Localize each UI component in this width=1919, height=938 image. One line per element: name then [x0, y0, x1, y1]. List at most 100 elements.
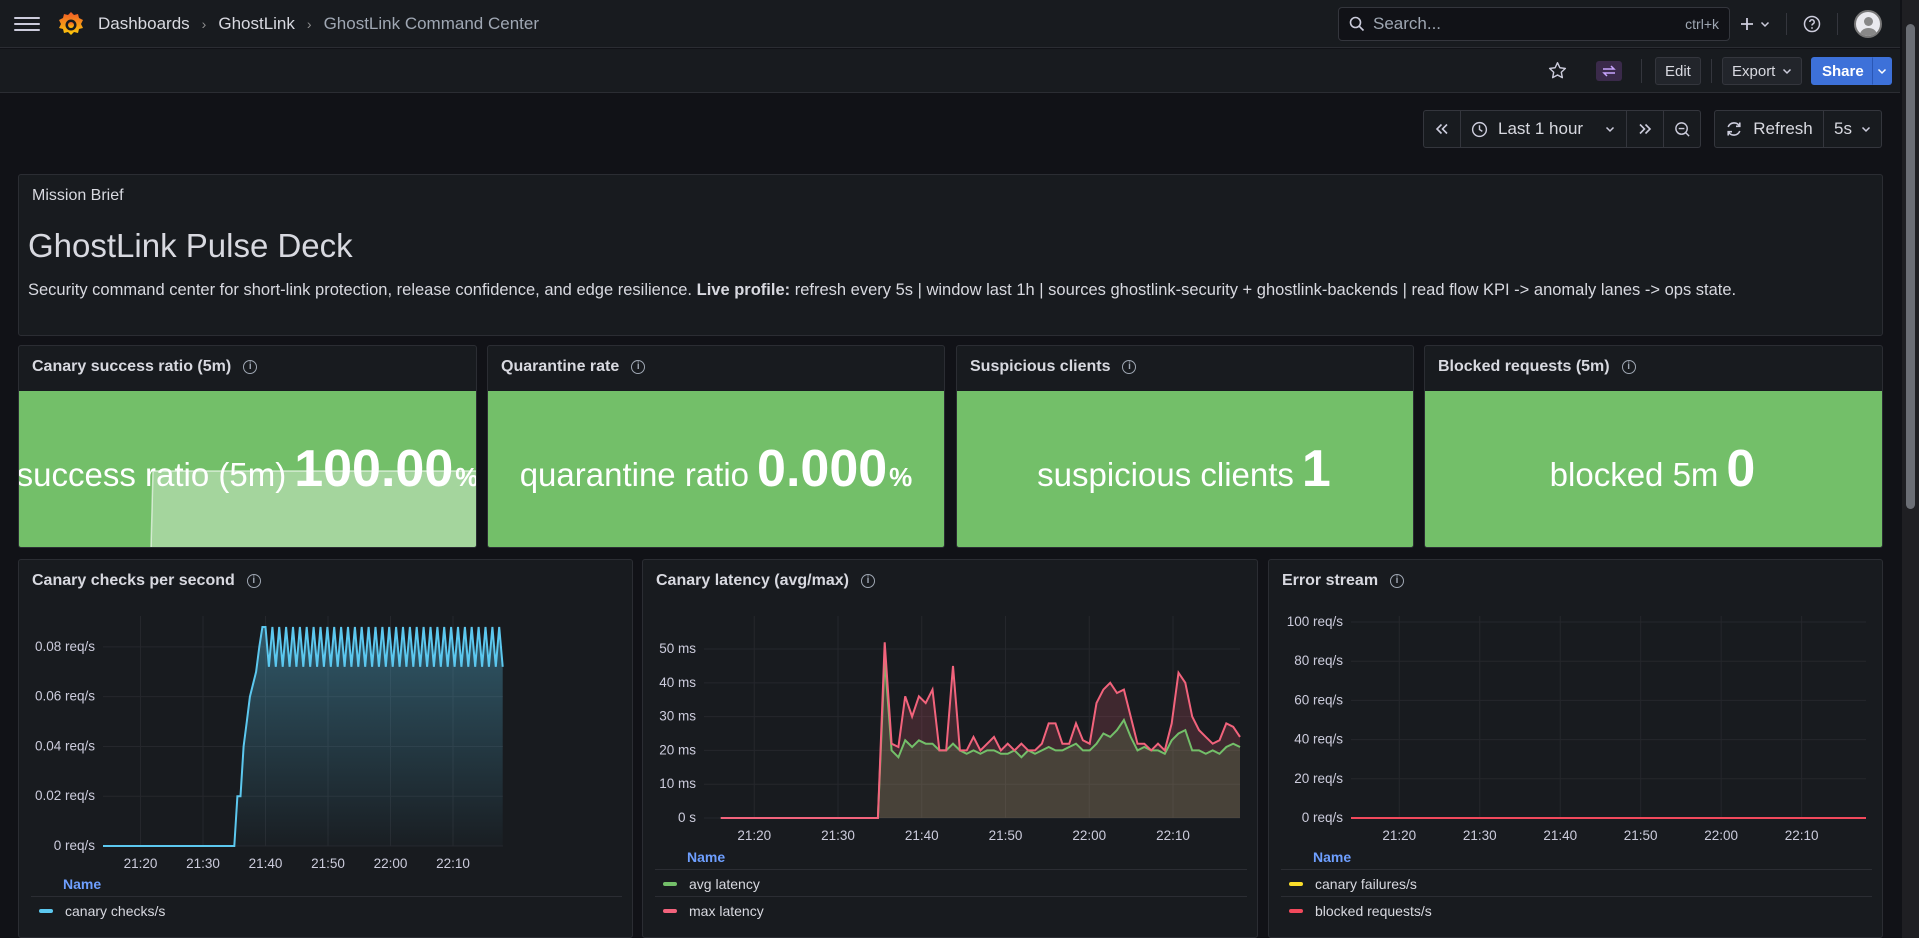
clock-icon: [1471, 121, 1488, 137]
x-tick-label: 21:30: [821, 828, 855, 843]
star-icon[interactable]: [1548, 61, 1567, 80]
y-tick-label: 30 ms: [659, 709, 696, 724]
x-tick-label: 21:30: [1463, 828, 1497, 843]
x-tick-label: 22:00: [374, 856, 408, 871]
info-icon[interactable]: i: [631, 360, 646, 374]
x-tick-label: 22:10: [436, 856, 470, 871]
scrollbar-thumb[interactable]: [1906, 24, 1915, 509]
divider: [1837, 13, 1838, 35]
timeseries-chart[interactable]: 0 s 10 ms 20 ms 30 ms 40 ms 50 ms 21:20 21:30 21…: [643, 560, 1258, 850]
legend-divider: [655, 869, 1247, 870]
x-tick-label: 22:10: [1785, 828, 1819, 843]
info-icon[interactable]: i: [243, 360, 258, 374]
stat-label: blocked 5m: [1549, 456, 1719, 493]
search-placeholder: Search...: [1373, 14, 1442, 33]
panel-title: Canary success ratio (5m) i: [32, 358, 258, 376]
description-bold: Live profile:: [696, 281, 791, 299]
panel-title: Suspicious clients i: [970, 358, 1137, 376]
legend-header: Name: [687, 849, 726, 865]
x-tick-label: 21:40: [905, 828, 939, 843]
legend-swatch: [663, 909, 677, 913]
description-text-end: refresh every 5s | window last 1h | sour…: [790, 281, 1737, 299]
legend-item[interactable]: canary checks/s: [39, 903, 165, 919]
y-tick-label: 40 req/s: [1294, 732, 1343, 747]
page-title: GhostLink Pulse Deck: [28, 227, 353, 264]
search-input[interactable]: Search... ctrl+k: [1338, 7, 1730, 41]
refresh-controls: Refresh 5s: [1714, 110, 1882, 148]
search-icon: [1349, 16, 1365, 32]
legend-swatch: [1289, 909, 1303, 913]
edit-button[interactable]: Edit: [1655, 57, 1701, 85]
y-tick-label: 0 req/s: [1302, 810, 1344, 825]
breadcrumb: Dashboards › GhostLink › GhostLink Comma…: [98, 14, 539, 34]
top-navbar: Dashboards › GhostLink › GhostLink Comma…: [0, 0, 1900, 48]
info-icon[interactable]: i: [1621, 360, 1636, 374]
stat-label: success ratio (5m): [19, 456, 287, 493]
panel-title: Mission Brief: [32, 187, 124, 204]
chevron-down-icon: [1861, 126, 1871, 133]
chart-panel-canary-checks: Canary checks per second i 0 req/s 0.02 re…: [18, 559, 633, 938]
x-tick-label: 21:20: [124, 856, 158, 871]
legend-divider: [655, 896, 1247, 897]
refresh-interval-picker[interactable]: 5s: [1824, 110, 1882, 148]
x-tick-label: 21:30: [186, 856, 220, 871]
page-scrollbar[interactable]: [1902, 0, 1919, 938]
y-tick-label: 0.06 req/s: [35, 689, 95, 704]
legend-item[interactable]: canary failures/s: [1289, 876, 1417, 892]
stat-value: 0.000: [757, 440, 888, 498]
time-shift-back-button[interactable]: [1423, 110, 1461, 148]
stat-label: quarantine ratio: [519, 456, 750, 493]
breadcrumb-dashboards[interactable]: Dashboards: [98, 14, 190, 34]
share-dropdown-button[interactable]: [1872, 57, 1892, 85]
divider: [1786, 13, 1787, 35]
refresh-button[interactable]: Refresh: [1714, 110, 1824, 148]
y-tick-label: 0 req/s: [54, 838, 96, 853]
stat-body: quarantine ratio 0.000%: [488, 391, 944, 547]
chevron-down-icon: [1877, 68, 1887, 75]
stat-panel-suspicious-clients: Suspicious clients i suspicious clients 1: [956, 345, 1414, 548]
y-tick-label: 20 req/s: [1294, 771, 1343, 786]
info-icon[interactable]: i: [1122, 360, 1137, 374]
legend-label: avg latency: [689, 876, 760, 892]
user-avatar[interactable]: [1854, 10, 1882, 38]
grafana-logo-icon[interactable]: [56, 9, 86, 39]
y-tick-label: 0.02 req/s: [35, 788, 95, 803]
breadcrumb-separator-icon: ›: [201, 15, 207, 32]
chevron-down-icon: [1760, 21, 1770, 28]
stat-panel-quarantine-rate: Quarantine rate i quarantine ratio 0.000%: [487, 345, 945, 548]
help-icon[interactable]: [1803, 15, 1821, 33]
chart-panel-error-stream: Error stream i 0 req/s 20 req/s 40 req/s 60 …: [1268, 559, 1883, 938]
divider: [1641, 59, 1642, 83]
time-range-label: Last 1 hour: [1498, 119, 1584, 138]
add-menu-button[interactable]: [1740, 17, 1770, 31]
timeseries-chart[interactable]: 0 req/s 0.02 req/s 0.04 req/s 0.06 req/s 0.0…: [19, 560, 633, 880]
zoom-out-button[interactable]: [1664, 110, 1701, 148]
legend-divider: [1281, 896, 1872, 897]
legend-swatch: [1289, 882, 1303, 886]
x-tick-label: 22:10: [1156, 828, 1190, 843]
time-range-picker[interactable]: Last 1 hour: [1461, 110, 1627, 148]
mission-description: Security command center for short-link p…: [28, 281, 1736, 300]
time-shift-forward-button[interactable]: [1627, 110, 1664, 148]
panel-title-text: Blocked requests (5m): [1438, 358, 1610, 375]
public-dashboard-badge[interactable]: [1596, 61, 1622, 81]
panel-title-text: Canary success ratio (5m): [32, 358, 232, 375]
timeseries-chart[interactable]: 0 req/s 20 req/s 40 req/s 60 req/s 80 req/s 1…: [1269, 560, 1883, 850]
export-label: Export: [1732, 62, 1776, 80]
breadcrumb-current: GhostLink Command Center: [323, 13, 539, 33]
description-text: Security command center for short-link p…: [28, 281, 697, 299]
legend-item[interactable]: avg latency: [663, 876, 760, 892]
y-tick-label: 0.08 req/s: [35, 639, 95, 654]
divider: [1711, 59, 1712, 83]
y-tick-label: 100 req/s: [1287, 614, 1344, 629]
legend-item[interactable]: blocked requests/s: [1289, 903, 1432, 919]
x-tick-label: 22:00: [1072, 828, 1106, 843]
export-button[interactable]: Export: [1722, 57, 1803, 85]
menu-icon[interactable]: [14, 14, 40, 34]
share-button[interactable]: Share: [1811, 57, 1875, 85]
legend-label: canary checks/s: [65, 903, 166, 919]
legend-label: canary failures/s: [1315, 876, 1417, 892]
chevron-down-icon: [1783, 68, 1792, 75]
legend-item[interactable]: max latency: [663, 903, 764, 919]
breadcrumb-ghostlink[interactable]: GhostLink: [218, 14, 295, 34]
